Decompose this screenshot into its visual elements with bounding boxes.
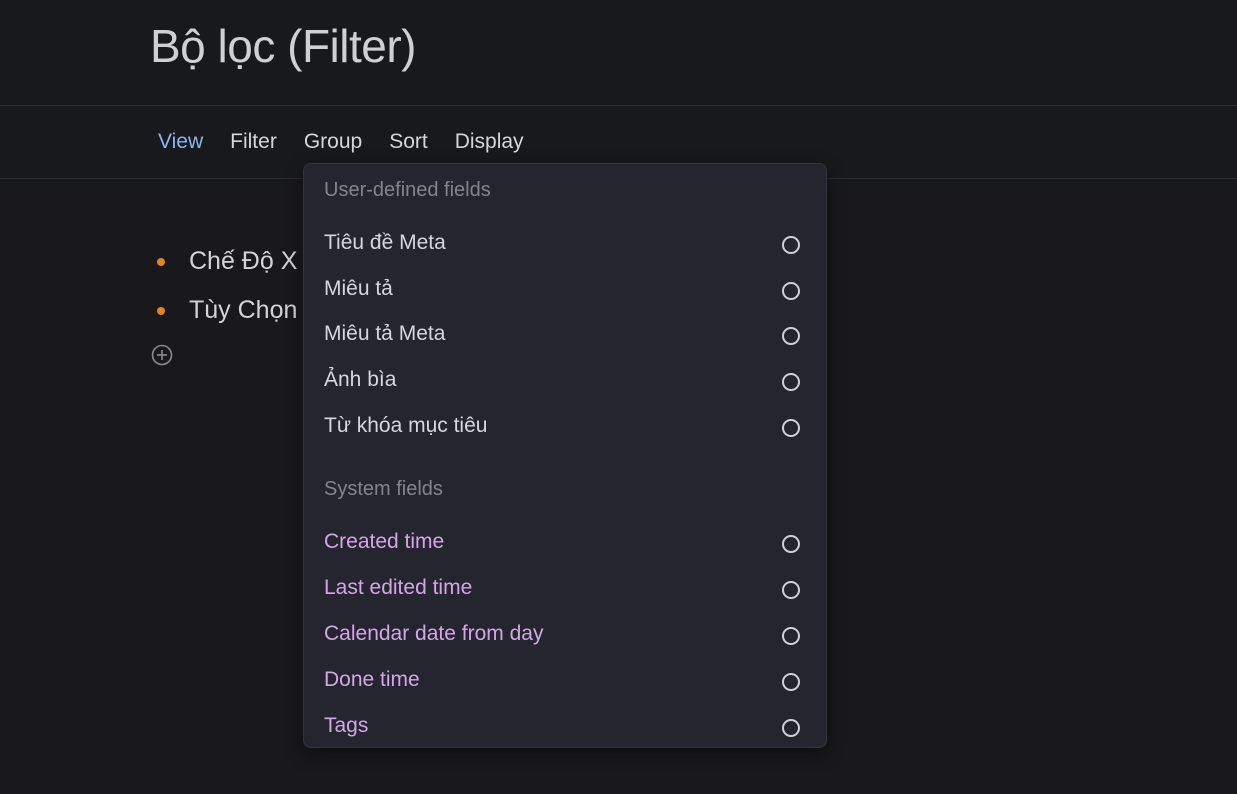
tab-bar: View Filter Group Sort Display — [158, 129, 551, 155]
bullet-dot-icon — [157, 257, 165, 266]
option-label: Tags — [324, 714, 369, 737]
radio-unchecked-icon[interactable] — [782, 627, 800, 645]
user-fields-section-label: User-defined fields — [324, 179, 491, 201]
page-title: Bộ lọc (Filter) — [150, 20, 416, 72]
option-meta-title[interactable]: Tiêu đề Meta — [304, 224, 826, 264]
option-label: Calendar date from day — [324, 622, 544, 645]
item-list: Chế Độ X Tùy Chọn — [152, 237, 297, 335]
option-label: Last edited time — [324, 576, 473, 599]
list-item[interactable]: Tùy Chọn — [152, 286, 297, 335]
option-calendar-date[interactable]: Calendar date from day — [304, 615, 826, 655]
page-header: Bộ lọc (Filter) — [0, 0, 1237, 106]
tab-group[interactable]: Group — [304, 129, 362, 155]
option-label: Từ khóa mục tiêu — [324, 414, 488, 437]
add-item-button[interactable] — [151, 344, 173, 366]
list-item[interactable]: Chế Độ X — [152, 237, 297, 286]
option-done-time[interactable]: Done time — [304, 661, 826, 701]
option-target-keyword[interactable]: Từ khóa mục tiêu — [304, 407, 826, 447]
option-last-edited-time[interactable]: Last edited time — [304, 569, 826, 609]
option-description[interactable]: Miêu tả — [304, 270, 826, 310]
option-label: Done time — [324, 668, 420, 691]
plus-circle-icon — [151, 344, 173, 366]
list-item-label: Chế Độ X — [189, 247, 298, 275]
option-created-time[interactable]: Created time — [304, 523, 826, 563]
radio-unchecked-icon[interactable] — [782, 373, 800, 391]
option-meta-description[interactable]: Miêu tả Meta — [304, 315, 826, 355]
option-tags[interactable]: Tags — [304, 707, 826, 747]
option-label: Miêu tả Meta — [324, 322, 446, 345]
tab-filter[interactable]: Filter — [230, 129, 277, 155]
option-label: Ảnh bìa — [324, 368, 397, 391]
radio-unchecked-icon[interactable] — [782, 236, 800, 254]
radio-unchecked-icon[interactable] — [782, 419, 800, 437]
option-label: Tiêu đề Meta — [324, 231, 446, 254]
option-label: Miêu tả — [324, 277, 393, 300]
radio-unchecked-icon[interactable] — [782, 673, 800, 691]
radio-unchecked-icon[interactable] — [782, 327, 800, 345]
tab-view[interactable]: View — [158, 129, 203, 155]
radio-unchecked-icon[interactable] — [782, 719, 800, 737]
tab-sort[interactable]: Sort — [389, 129, 428, 155]
option-cover-image[interactable]: Ảnh bìa — [304, 361, 826, 401]
group-by-dropdown: User-defined fields Tiêu đề Meta Miêu tả… — [303, 163, 827, 748]
radio-unchecked-icon[interactable] — [782, 581, 800, 599]
tab-display[interactable]: Display — [455, 129, 524, 155]
option-label: Created time — [324, 530, 445, 553]
radio-unchecked-icon[interactable] — [782, 282, 800, 300]
list-item-label: Tùy Chọn — [189, 296, 298, 324]
bullet-dot-icon — [157, 306, 165, 315]
radio-unchecked-icon[interactable] — [782, 535, 800, 553]
system-fields-section-label: System fields — [324, 478, 443, 500]
